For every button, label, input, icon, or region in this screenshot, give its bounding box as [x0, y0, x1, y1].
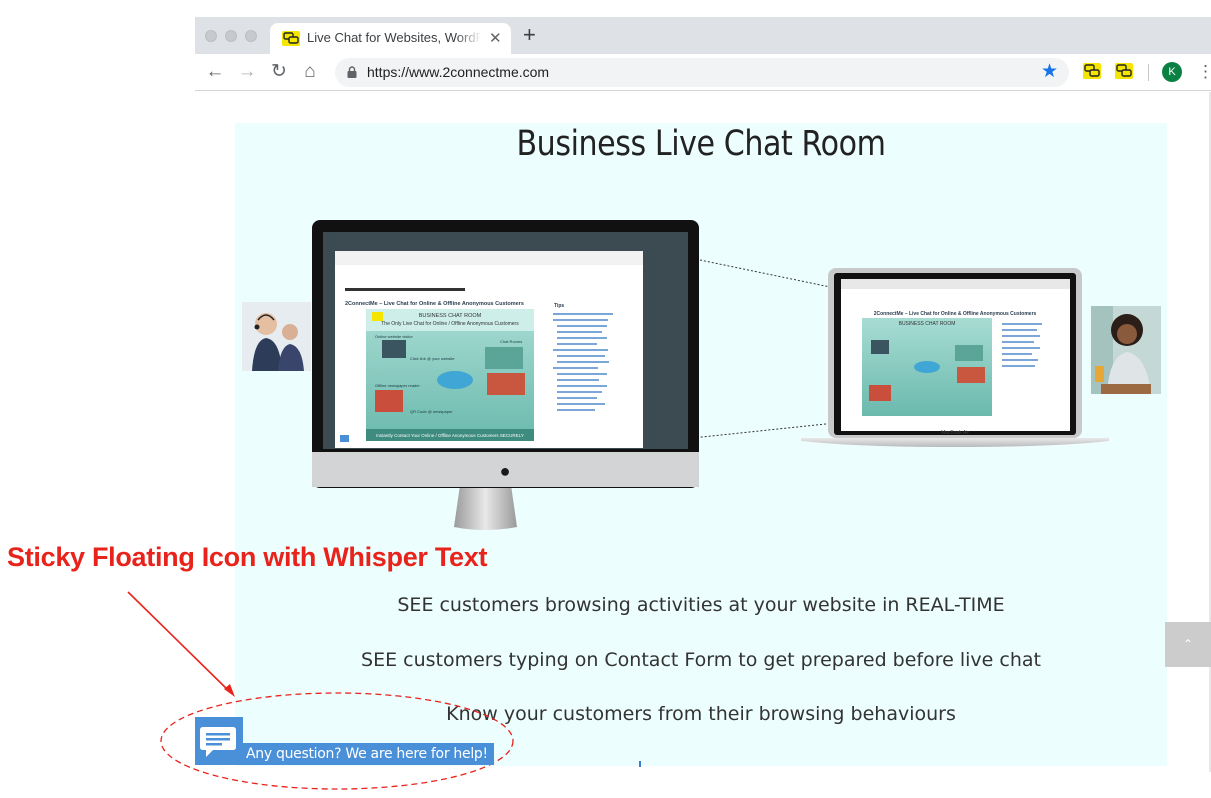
- profile-avatar[interactable]: K: [1162, 62, 1182, 82]
- lock-icon: [347, 66, 357, 78]
- browser-toolbar: ← → ↻ ⌂ https://www.2connectme.com ★ K ⋮: [195, 54, 1211, 91]
- monitor-illustration: ● 2ConnectMe – Live Chat for Online & Of…: [312, 220, 699, 530]
- annotation-arrowhead: [224, 684, 235, 697]
- address-bar[interactable]: https://www.2connectme.com ★: [335, 58, 1069, 87]
- content-marker: [639, 761, 641, 767]
- tab-strip: Live Chat for Websites, WordPress ✕ +: [195, 17, 1211, 54]
- apple-logo-icon: ●: [500, 461, 511, 481]
- toolbar-divider: [1148, 64, 1149, 81]
- annotation-callout: [127, 591, 514, 790]
- laptop-brand: MacBook Air: [941, 430, 969, 436]
- browser-tab[interactable]: Live Chat for Websites, WordPress ✕: [270, 23, 511, 54]
- scroll-to-top-button[interactable]: ⌃: [1165, 622, 1211, 667]
- hero-illustration: ● 2ConnectMe – Live Chat for Online & Of…: [312, 220, 1109, 530]
- page-title: Business Live Chat Room: [516, 124, 886, 164]
- browser-window: Live Chat for Websites, WordPress ✕ + ← …: [195, 17, 1211, 91]
- annotation-arrow: [127, 591, 232, 694]
- minimize-window-icon[interactable]: [225, 30, 237, 42]
- reload-icon[interactable]: ↻: [267, 60, 291, 84]
- menu-icon[interactable]: ⋮: [1197, 61, 1211, 83]
- close-window-icon[interactable]: [205, 30, 217, 42]
- chat-favicon-icon: [282, 31, 300, 46]
- back-icon[interactable]: ←: [203, 60, 227, 84]
- new-tab-button[interactable]: +: [523, 23, 536, 47]
- tab-close-icon[interactable]: ✕: [489, 29, 502, 47]
- home-icon[interactable]: ⌂: [298, 60, 322, 84]
- sticky-chat-button[interactable]: [195, 717, 243, 765]
- monitor-banner-sub: The Only Live Chat for Online / Offline …: [381, 321, 519, 327]
- monitor-banner-heading: BUSINESS CHAT ROOM: [419, 313, 482, 319]
- monitor-banner-footer: Instantly Contact Your Online / Offline …: [376, 433, 524, 438]
- forward-icon[interactable]: →: [235, 60, 259, 84]
- chat-bubble-icon: [200, 727, 236, 757]
- extension-icon[interactable]: [1083, 63, 1101, 79]
- annotation-label: Sticky Floating Icon with Whisper Text: [7, 542, 488, 572]
- url-text[interactable]: https://www.2connectme.com: [367, 64, 549, 80]
- monitor-label-chatrooms: Chat Rooms: [500, 339, 522, 344]
- maximize-window-icon[interactable]: [245, 30, 257, 42]
- whisper-text-bar[interactable]: Any question? We are here for help!: [243, 743, 494, 765]
- laptop-site-title: 2ConnectMe – Live Chat for Online & Offl…: [874, 311, 1037, 317]
- call-center-photo: [242, 302, 311, 371]
- monitor-label-online: Online website visitor: [375, 334, 413, 339]
- whisper-text[interactable]: Any question? We are here for help!: [246, 746, 488, 762]
- customer-photo: [1091, 306, 1161, 394]
- monitor-tips-heading: Tips: [554, 303, 564, 309]
- bookmark-star-icon[interactable]: ★: [1041, 60, 1058, 83]
- tab-title: Live Chat for Websites, WordPress: [307, 30, 481, 45]
- monitor-label-qr: QR Code @ newspaper: [410, 409, 453, 414]
- laptop-illustration: 2ConnectMe – Live Chat for Online & Offl…: [801, 268, 1109, 447]
- laptop-banner-heading: BUSINESS CHAT ROOM: [899, 321, 956, 327]
- monitor-label-offline: Offline newspaper reader: [375, 383, 421, 388]
- monitor-label-click: Click link @ your website: [410, 356, 455, 361]
- extension-icon[interactable]: [1115, 63, 1133, 79]
- monitor-site-title: 2ConnectMe – Live Chat for Online & Offl…: [345, 301, 524, 307]
